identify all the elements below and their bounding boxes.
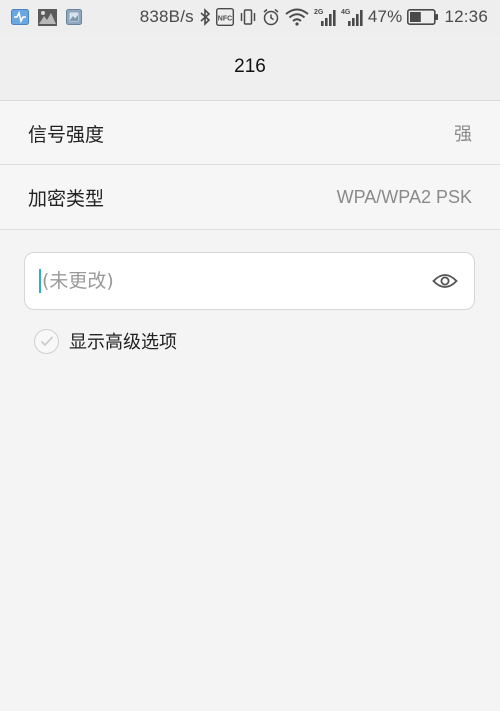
text-caret — [39, 269, 41, 293]
bluetooth-icon — [199, 8, 211, 26]
show-password-button[interactable] — [432, 269, 458, 293]
signal-2g-icon: 2G — [314, 7, 336, 27]
password-input[interactable] — [42, 270, 402, 292]
check-icon — [40, 336, 53, 347]
security-type-label: 加密类型 — [28, 187, 105, 210]
battery-icon — [407, 9, 439, 25]
signal-4g-icon: 4G — [341, 7, 363, 27]
dialog-header: 216 — [0, 34, 500, 101]
status-bar: 838B/s NFC 2G 4G 47% 12:36 — [0, 0, 500, 34]
security-type-value: WPA/WPA2 PSK — [336, 186, 472, 207]
password-field[interactable] — [24, 252, 475, 310]
nfc-icon-label: NFC — [218, 16, 232, 23]
nfc-icon: NFC — [215, 8, 234, 26]
row-divider — [0, 229, 500, 230]
signal-4g-label: 4G — [341, 9, 351, 16]
eye-icon — [432, 274, 458, 288]
battery-percent: 47% — [367, 7, 403, 26]
clock-time: 12:36 — [444, 7, 488, 26]
photo-app-icon — [66, 9, 82, 25]
wifi-icon — [285, 8, 309, 26]
health-app-icon — [11, 9, 29, 25]
advanced-options-toggle[interactable]: 显示高级选项 — [34, 326, 177, 356]
gallery-app-icon — [38, 8, 57, 26]
network-speed: 838B/s — [139, 7, 194, 26]
battery-fill — [410, 12, 422, 22]
network-name-title: 216 — [234, 56, 266, 77]
security-type-row: 加密类型 WPA/WPA2 PSK — [0, 165, 500, 229]
vibrate-icon — [239, 8, 257, 26]
signal-strength-label: 信号强度 — [28, 123, 105, 146]
signal-2g-label: 2G — [314, 9, 324, 16]
signal-strength-row: 信号强度 强 — [0, 101, 500, 165]
advanced-options-checkbox[interactable] — [34, 328, 59, 354]
advanced-options-label: 显示高级选项 — [69, 332, 177, 353]
alarm-icon — [262, 8, 280, 26]
signal-strength-value: 强 — [454, 124, 472, 144]
